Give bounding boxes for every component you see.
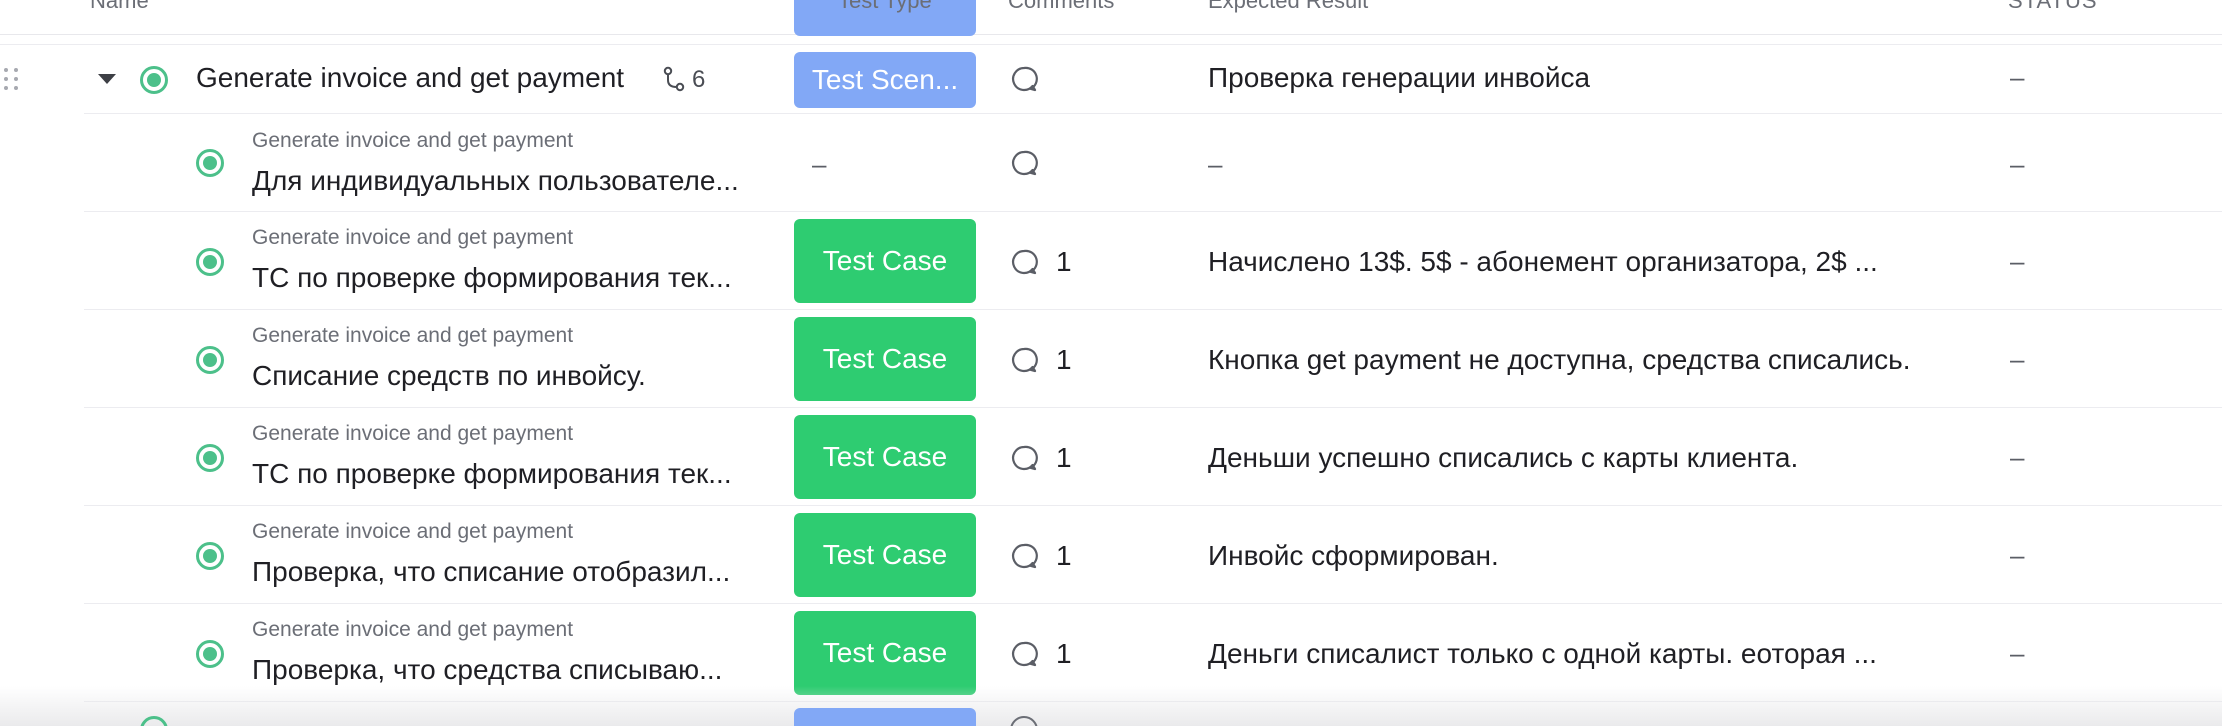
column-header-name[interactable]: Name xyxy=(90,0,149,14)
comment-bubble-icon[interactable] xyxy=(1010,248,1038,276)
comment-bubble-icon[interactable] xyxy=(1010,149,1038,177)
status-circle-icon[interactable] xyxy=(196,346,224,374)
parent-task-label: Generate invoice and get payment xyxy=(252,324,574,347)
status-value[interactable]: – xyxy=(2010,246,2024,277)
parent-task-row[interactable]: Generate invoice and get payment 6 Test … xyxy=(0,44,2222,114)
test-type-pill[interactable]: Test Case xyxy=(794,611,976,695)
status-circle-icon[interactable] xyxy=(196,542,224,570)
test-type-empty[interactable]: – xyxy=(812,149,826,180)
caret-down-icon[interactable] xyxy=(98,74,116,84)
subtask-row[interactable]: Generate invoice and get payment Списани… xyxy=(0,310,2222,408)
task-title[interactable]: Generate invoice and get payment xyxy=(196,62,624,94)
parent-task-label: Generate invoice and get payment xyxy=(252,129,574,152)
parent-task-label: Generate invoice and get payment xyxy=(252,520,574,543)
comment-bubble-icon[interactable] xyxy=(1010,640,1038,668)
column-header-row: Name Test Type Comments Expected Result … xyxy=(0,0,2222,36)
subtask-row[interactable]: Generate invoice and get payment Проверк… xyxy=(0,506,2222,604)
status-value[interactable]: – xyxy=(2010,149,2024,180)
status-circle-icon[interactable] xyxy=(196,444,224,472)
status-circle-icon[interactable] xyxy=(196,248,224,276)
test-type-pill[interactable]: Test Case xyxy=(794,513,976,597)
subtask-icon[interactable] xyxy=(662,66,686,92)
task-title[interactable]: Для индивидуальных пользователе... xyxy=(252,165,772,197)
subtask-row[interactable]: Generate invoice and get payment Для инд… xyxy=(0,115,2222,212)
scroll-fade xyxy=(0,686,2222,726)
expected-result[interactable]: Деньши успешно списались с карты клиента… xyxy=(1208,442,1798,474)
divider xyxy=(84,113,2222,114)
column-header-status[interactable]: STATUS xyxy=(2008,0,2098,14)
status-value[interactable]: – xyxy=(2010,344,2024,375)
column-header-expected-result[interactable]: Expected Result xyxy=(1208,0,1368,14)
status-value[interactable]: – xyxy=(2010,442,2024,473)
expected-result[interactable]: Проверка генерации инвойса xyxy=(1208,62,1590,94)
comment-count: 1 xyxy=(1056,540,1072,571)
task-title[interactable]: ТС по проверке формирования тек... xyxy=(252,262,772,294)
task-title[interactable]: Проверка, что средства списываю... xyxy=(252,654,772,686)
status-circle-icon[interactable] xyxy=(196,149,224,177)
comment-bubble-icon[interactable] xyxy=(1010,542,1038,570)
expected-result[interactable]: – xyxy=(1208,149,1222,180)
comment-bubble-icon[interactable] xyxy=(1010,444,1038,472)
status-value[interactable]: – xyxy=(2010,638,2024,669)
column-header-comments[interactable]: Comments xyxy=(1008,0,1114,14)
task-list-view: Name Test Type Comments Expected Result … xyxy=(0,0,2222,726)
comment-count: 1 xyxy=(1056,246,1072,277)
status-value[interactable]: – xyxy=(2010,540,2024,571)
parent-task-label: Generate invoice and get payment xyxy=(252,422,574,445)
status-value[interactable]: – xyxy=(2010,62,2024,93)
comment-count: 1 xyxy=(1056,344,1072,375)
subtask-row[interactable]: Generate invoice and get payment ТС по п… xyxy=(0,212,2222,310)
expected-result[interactable]: Деньги списалист только с одной карты. е… xyxy=(1208,638,1877,670)
test-type-pill[interactable]: Test Case xyxy=(794,219,976,303)
subtask-row[interactable]: Generate invoice and get payment ТС по п… xyxy=(0,408,2222,506)
column-header-test-type[interactable]: Test Type xyxy=(838,0,932,14)
parent-task-label: Generate invoice and get payment xyxy=(252,618,574,641)
expected-result[interactable]: Инвойс сформирован. xyxy=(1208,540,1499,572)
test-type-pill[interactable]: Test Case xyxy=(794,415,976,499)
task-title[interactable]: ТС по проверке формирования тек... xyxy=(252,458,772,490)
task-title[interactable]: Списание средств по инвойсу. xyxy=(252,360,772,392)
test-type-pill[interactable]: Test Scen... xyxy=(794,52,976,108)
comment-count: 1 xyxy=(1056,442,1072,473)
comment-count: 1 xyxy=(1056,638,1072,669)
test-type-pill[interactable]: Test Case xyxy=(794,317,976,401)
expected-result[interactable]: Кнопка get payment не доступна, средства… xyxy=(1208,344,1911,376)
status-circle-icon[interactable] xyxy=(196,640,224,668)
task-title[interactable]: Проверка, что списание отобразил... xyxy=(252,556,772,588)
subtask-count: 6 xyxy=(692,66,706,93)
comment-bubble-icon[interactable] xyxy=(1010,65,1038,93)
parent-task-label: Generate invoice and get payment xyxy=(252,226,574,249)
status-circle-icon[interactable] xyxy=(140,66,168,94)
expected-result[interactable]: Начислено 13$. 5$ - абонемент организато… xyxy=(1208,246,1878,278)
comment-bubble-icon[interactable] xyxy=(1010,346,1038,374)
test-type-pill-cut xyxy=(794,708,976,726)
